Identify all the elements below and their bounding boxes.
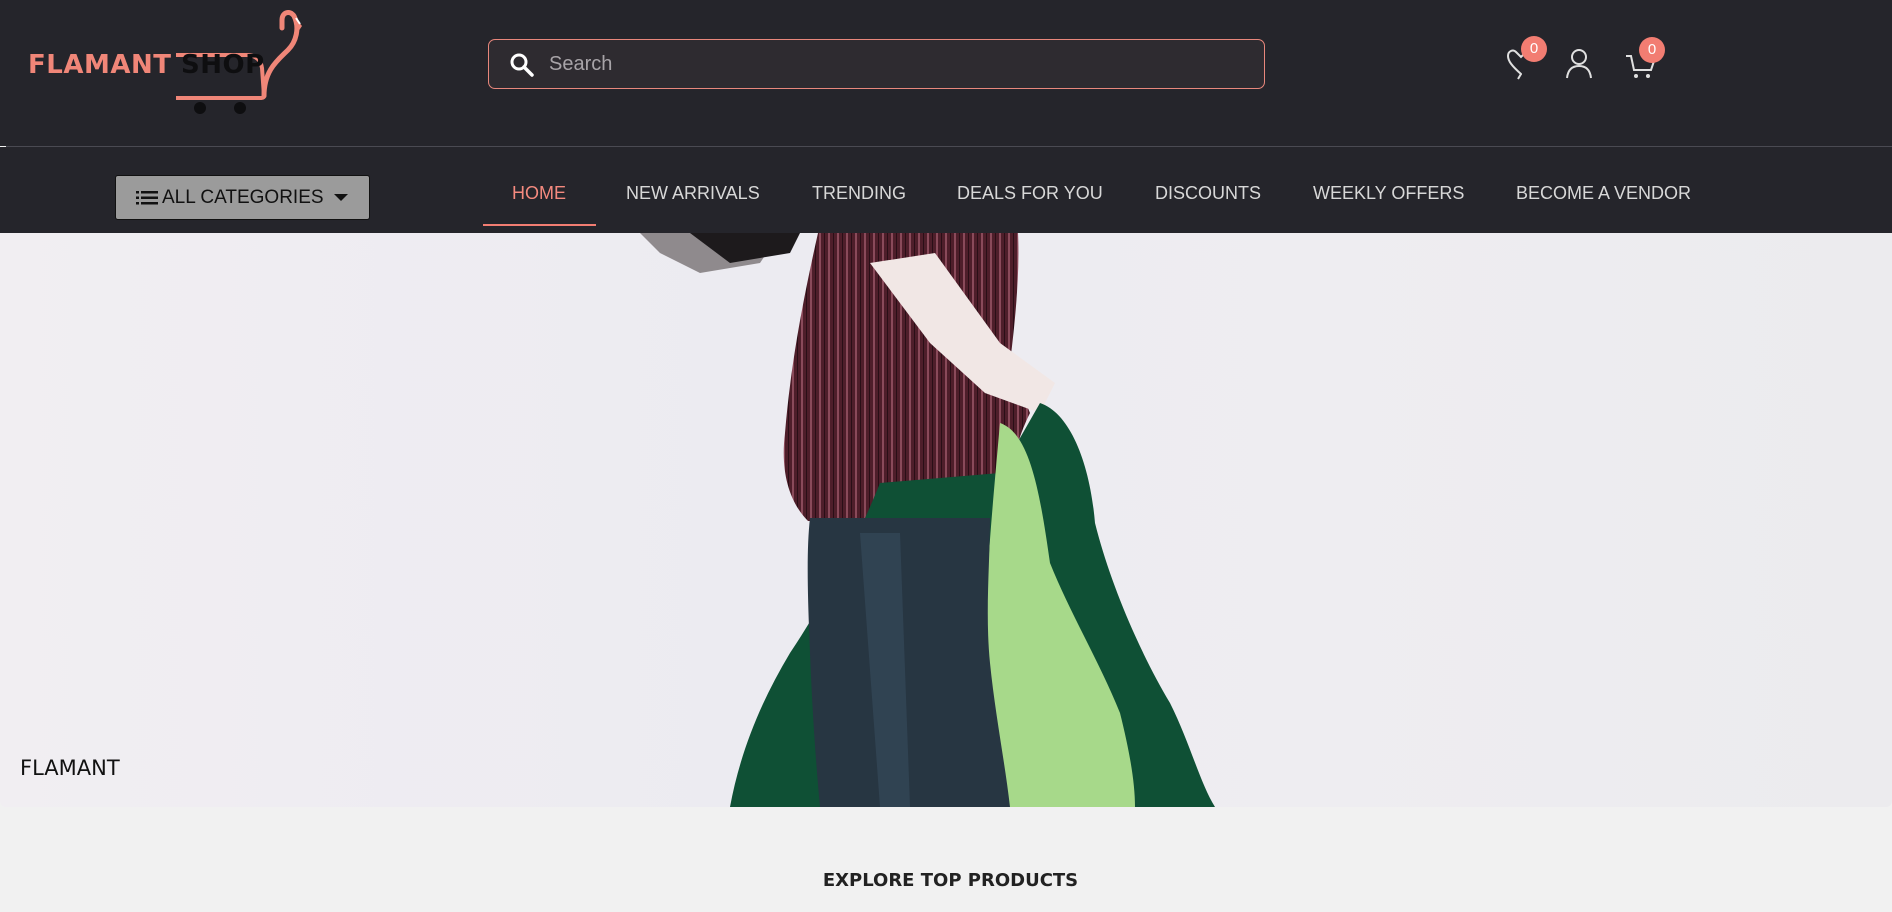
list-icon bbox=[136, 190, 158, 204]
brand-name-part1: FLAMANT bbox=[28, 50, 172, 80]
hero-banner[interactable]: FLAMANT bbox=[0, 233, 1892, 807]
search-input[interactable] bbox=[549, 48, 1249, 80]
site-header: FLAMANT SHOP 0 0 bbox=[0, 0, 1892, 146]
hero-caption: FLAMANT bbox=[20, 756, 120, 780]
account-button[interactable] bbox=[1563, 47, 1597, 83]
hero-image bbox=[640, 233, 1215, 807]
wishlist-count-badge: 0 bbox=[1521, 36, 1547, 62]
search-bar bbox=[488, 39, 1265, 89]
nav-item-trending[interactable]: TRENDING bbox=[812, 183, 906, 204]
all-categories-label: ALL CATEGORIES bbox=[162, 186, 324, 208]
search-icon[interactable] bbox=[509, 52, 535, 78]
cart-button[interactable]: 0 bbox=[1623, 37, 1665, 82]
brand-logo[interactable]: FLAMANT SHOP bbox=[28, 10, 304, 116]
brand-name: FLAMANT SHOP bbox=[28, 50, 265, 80]
all-categories-button[interactable]: ALL CATEGORIES bbox=[115, 175, 370, 220]
nav-item-discounts[interactable]: DISCOUNTS bbox=[1155, 183, 1261, 204]
cart-count-badge: 0 bbox=[1639, 37, 1665, 63]
nav-active-indicator bbox=[483, 224, 596, 226]
brand-name-part2: SHOP bbox=[181, 50, 265, 80]
nav-item-new-arrivals[interactable]: NEW ARRIVALS bbox=[626, 183, 760, 204]
wishlist-button[interactable]: 0 bbox=[1504, 36, 1547, 80]
nav-item-weekly-offers[interactable]: WEEKLY OFFERS bbox=[1313, 183, 1464, 204]
nav-item-home[interactable]: HOME bbox=[512, 183, 566, 204]
caret-down-icon bbox=[333, 194, 348, 201]
nav-item-become-a-vendor[interactable]: BECOME A VENDOR bbox=[1516, 183, 1691, 204]
nav-item-deals-for-you[interactable]: DEALS FOR YOU bbox=[957, 183, 1103, 204]
user-icon bbox=[1566, 49, 1592, 79]
section-title: EXPLORE TOP PRODUCTS bbox=[822, 870, 1079, 891]
